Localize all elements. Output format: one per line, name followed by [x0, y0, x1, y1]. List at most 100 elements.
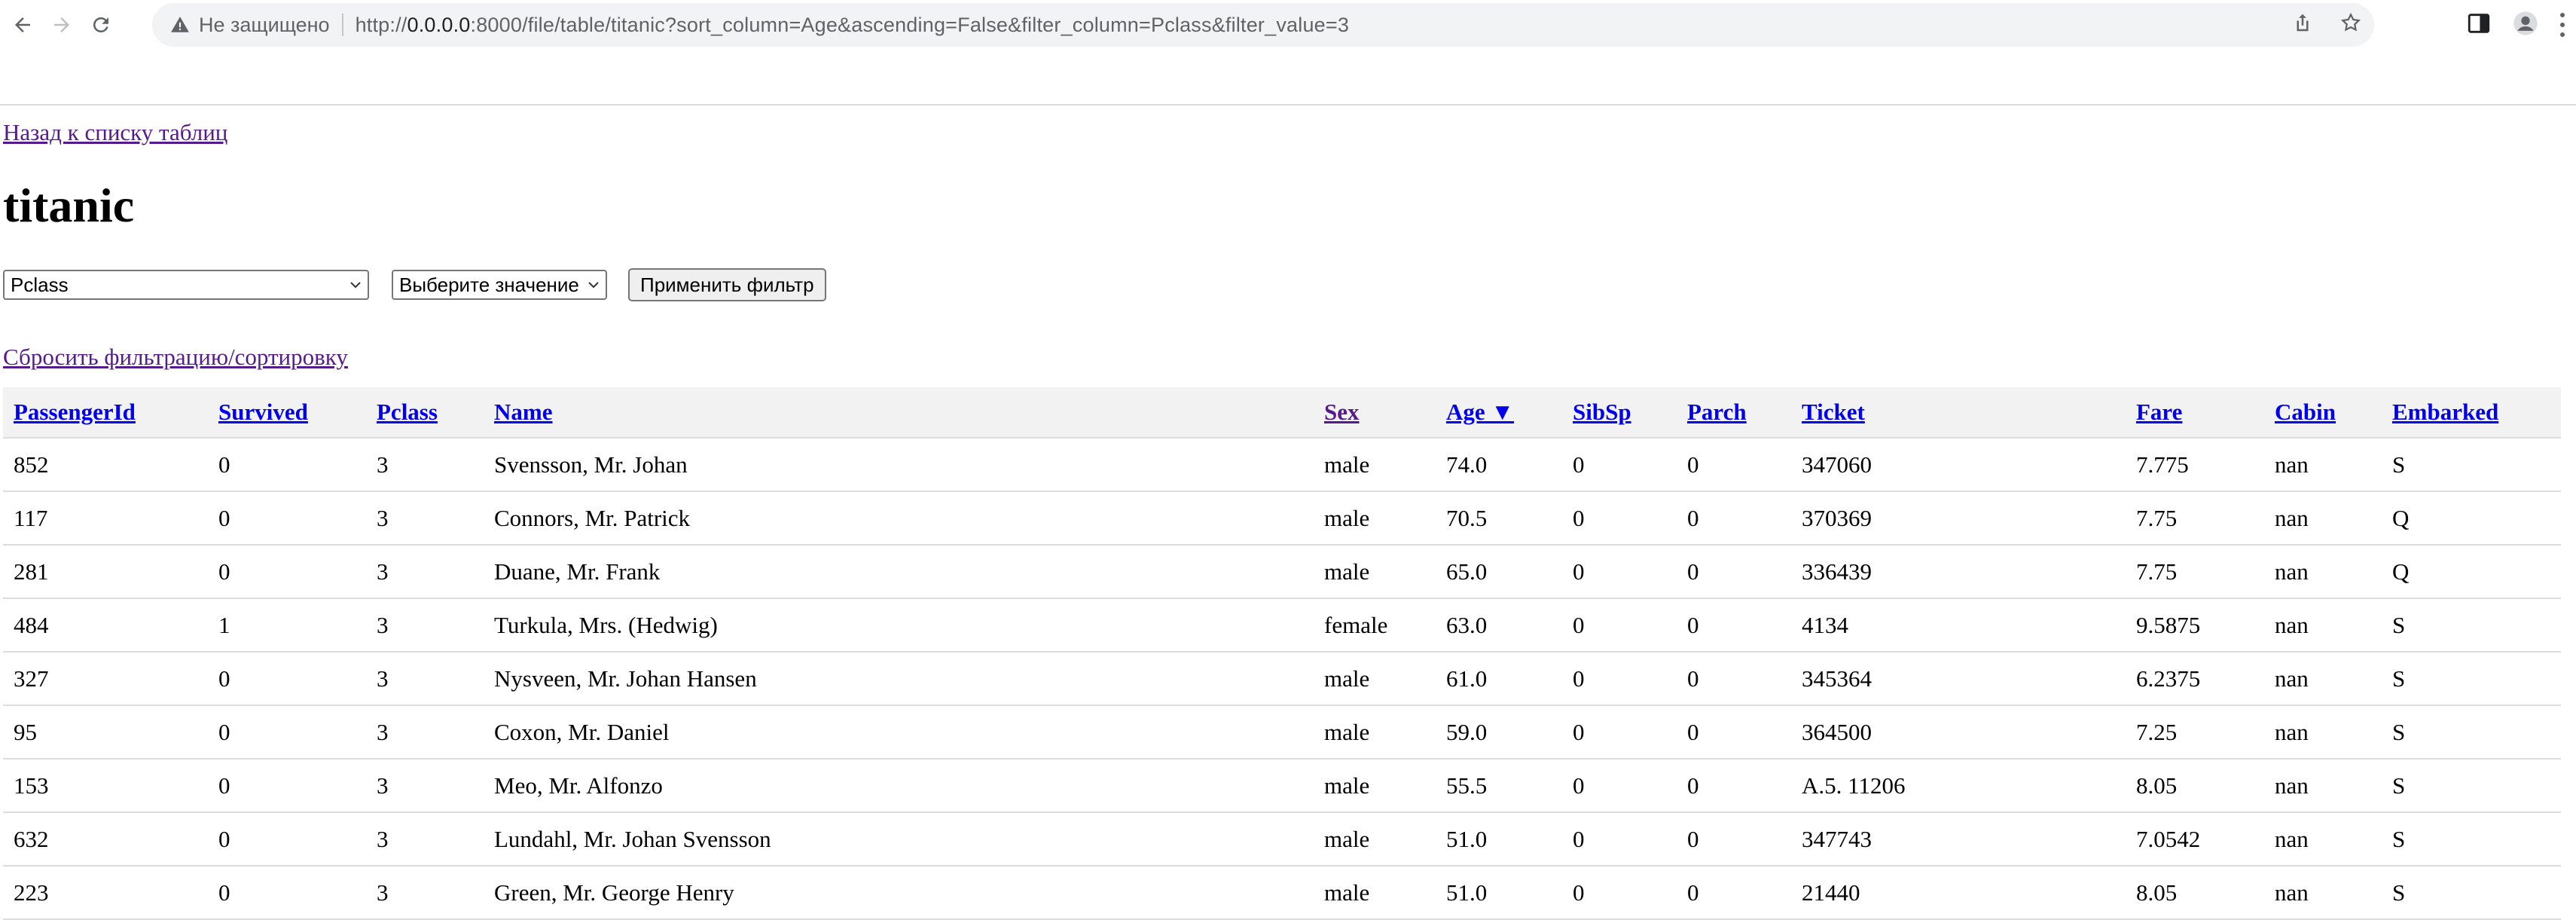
column-header: Cabin [2264, 387, 2382, 439]
address-bar[interactable]: Не защищено http://0.0.0.0:8000/file/tab… [152, 3, 2374, 47]
table-cell: 3 [366, 812, 484, 867]
table-cell: 0 [1562, 705, 1677, 760]
table-cell: nan [2264, 866, 2382, 920]
table-cell: 21440 [1791, 866, 2126, 920]
table-row: 153 0 3 Meo, Mr. Alfonzo male 55.5 0 0 A.5. 1120… [3, 759, 2561, 813]
table-cell: 484 [3, 598, 208, 653]
table-row: 484 1 3 Turkula, Mrs. (Hedwig) female 63.0 0 0 4… [3, 598, 2561, 653]
column-header: Ticket [1791, 387, 2126, 439]
table-cell: 1 [208, 598, 366, 653]
chevron-down-icon [350, 282, 361, 289]
back-arrow-icon[interactable] [6, 8, 39, 41]
table-cell: 9.5875 [2126, 598, 2264, 653]
share-icon[interactable] [2291, 11, 2314, 39]
table-cell: male [1314, 491, 1436, 546]
table-cell: Duane, Mr. Frank [484, 545, 1314, 599]
table-header-row: PassengerId Survived Pclass Name Sex Age… [3, 387, 2561, 439]
table-cell: 3 [366, 759, 484, 813]
table-row: 852 0 3 Svensson, Mr. Johan male 74.0 0 0 347060… [3, 438, 2561, 492]
table-cell: Q [2382, 545, 2561, 599]
table-cell: 7.75 [2126, 491, 2264, 546]
table-cell: 0 [1562, 812, 1677, 867]
table-cell: 632 [3, 812, 208, 867]
table-row: 95 0 3 Coxon, Mr. Daniel male 59.0 0 0 364500 7.2… [3, 705, 2561, 760]
table-row: 632 0 3 Lundahl, Mr. Johan Svensson male 51.0… [3, 812, 2561, 867]
table-cell: 0 [208, 491, 366, 546]
table-cell: Green, Mr. George Henry [484, 866, 1314, 920]
table-cell: 223 [3, 866, 208, 920]
table-cell: Q [2382, 491, 2561, 546]
table-cell: S [2382, 759, 2561, 813]
table-cell: 0 [1677, 759, 1791, 813]
reload-icon[interactable] [84, 8, 118, 41]
table-cell: 3 [366, 652, 484, 706]
table-cell: 153 [3, 759, 208, 813]
table-cell: Connors, Mr. Patrick [484, 491, 1314, 546]
sort-link-embarked[interactable]: Embarked [2392, 399, 2498, 425]
column-header: SibSp [1562, 387, 1677, 439]
filter-value-select[interactable]: Выберите значение [392, 270, 607, 300]
table-row: 327 0 3 Nysveen, Mr. Johan Hansen male 61.0 0 0… [3, 652, 2561, 706]
column-header: Parch [1677, 387, 1791, 439]
table-cell: 0 [1677, 545, 1791, 599]
table-cell: 3 [366, 491, 484, 546]
table-cell: 336439 [1791, 545, 2126, 599]
table-cell: 345364 [1791, 652, 2126, 706]
url-prefix: http:// [355, 13, 407, 36]
browser-chrome: Не защищено http://0.0.0.0:8000/file/tab… [0, 0, 2576, 105]
bookmark-star-icon[interactable] [2339, 11, 2362, 39]
forward-arrow-icon[interactable] [45, 8, 78, 41]
table-cell: 8.05 [2126, 866, 2264, 920]
filter-column-select[interactable]: Pclass [3, 270, 369, 300]
table-cell: 55.5 [1436, 759, 1562, 813]
table-cell: 3 [366, 438, 484, 492]
sort-link-parch[interactable]: Parch [1687, 399, 1747, 425]
sort-link-sex[interactable]: Sex [1324, 399, 1360, 425]
sort-link-passengerid[interactable]: PassengerId [14, 399, 136, 425]
address-actions [2291, 3, 2362, 47]
back-to-tables-link[interactable]: Назад к списку таблиц [3, 119, 227, 146]
table-cell: nan [2264, 705, 2382, 760]
url-path: :8000/file/table/titanic?sort_column=Age… [470, 13, 1350, 36]
table-cell: 0 [1677, 652, 1791, 706]
table-cell: 117 [3, 491, 208, 546]
table-cell: 74.0 [1436, 438, 1562, 492]
apply-filter-button[interactable]: Применить фильтр [628, 268, 826, 301]
table-cell: nan [2264, 759, 2382, 813]
table-cell: 0 [1562, 491, 1677, 546]
table-cell: 281 [3, 545, 208, 599]
profile-avatar-icon[interactable] [2513, 11, 2538, 40]
table-cell: 370369 [1791, 491, 2126, 546]
table-cell: 7.0542 [2126, 812, 2264, 867]
table-cell: male [1314, 438, 1436, 492]
table-cell: 0 [1677, 812, 1791, 867]
table-cell: S [2382, 652, 2561, 706]
table-cell: 3 [366, 545, 484, 599]
column-header: Name [484, 387, 1314, 439]
sort-link-fare[interactable]: Fare [2136, 399, 2182, 425]
sort-link-survived[interactable]: Survived [218, 399, 308, 425]
table-row: 281 0 3 Duane, Mr. Frank male 65.0 0 0 336439 7.7… [3, 545, 2561, 599]
table-cell: male [1314, 705, 1436, 760]
table-cell: 3 [366, 866, 484, 920]
sort-link-name[interactable]: Name [494, 399, 552, 425]
sort-link-cabin[interactable]: Cabin [2275, 399, 2336, 425]
sort-link-sibsp[interactable]: SibSp [1573, 399, 1631, 425]
table-cell: 0 [1562, 866, 1677, 920]
table-cell: 0 [1562, 598, 1677, 653]
table-cell: male [1314, 652, 1436, 706]
not-secure-label: Не защищено [199, 13, 330, 36]
table-cell: Meo, Mr. Alfonzo [484, 759, 1314, 813]
column-header: Fare [2126, 387, 2264, 439]
side-panel-icon[interactable] [2466, 11, 2492, 40]
reset-filter-link[interactable]: Сбросить фильтрацию/сортировку [3, 344, 348, 371]
warning-icon[interactable] [169, 14, 191, 36]
page-title: titanic [3, 179, 135, 232]
menu-kebab-icon[interactable] [2559, 12, 2565, 38]
table-cell: Nysveen, Mr. Johan Hansen [484, 652, 1314, 706]
url-text[interactable]: http://0.0.0.0:8000/file/table/titanic?s… [356, 14, 1350, 37]
sort-link-age[interactable]: Age ▼ [1446, 399, 1514, 425]
sort-link-ticket[interactable]: Ticket [1802, 399, 1865, 425]
table-cell: 364500 [1791, 705, 2126, 760]
sort-link-pclass[interactable]: Pclass [377, 399, 438, 425]
